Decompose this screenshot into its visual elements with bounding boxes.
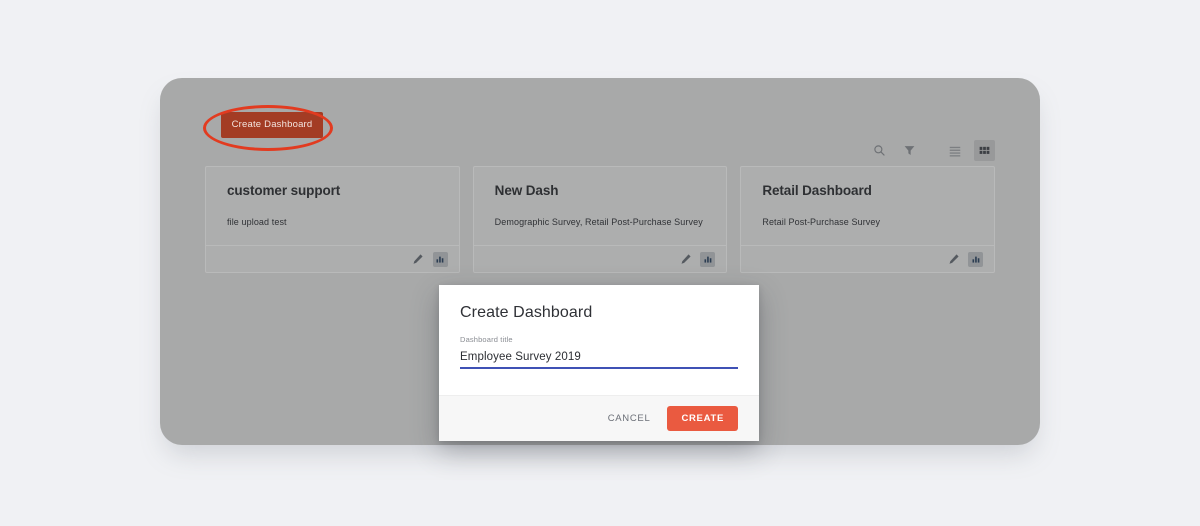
create-dashboard-dialog: Create Dashboard Dashboard title CANCEL … <box>439 285 759 441</box>
view-toolbar <box>869 140 995 161</box>
dashboard-title-label: Dashboard title <box>460 335 513 344</box>
card-footer <box>206 245 459 272</box>
card-body: New Dash Demographic Survey, Retail Post… <box>474 167 727 245</box>
card-subtitle: file upload test <box>227 217 287 227</box>
dashboard-card[interactable]: New Dash Demographic Survey, Retail Post… <box>472 166 728 273</box>
dialog-footer: CANCEL CREATE <box>439 395 759 441</box>
dialog-body: Create Dashboard Dashboard title <box>439 285 759 395</box>
pencil-icon[interactable] <box>411 252 426 267</box>
bar-chart-icon[interactable] <box>700 251 716 267</box>
dashboard-card-list: customer support file upload test New Da… <box>205 166 996 273</box>
create-button[interactable]: CREATE <box>667 406 738 431</box>
bar-chart-icon[interactable] <box>968 251 984 267</box>
list-view-icon[interactable] <box>944 140 965 161</box>
card-footer <box>473 245 727 272</box>
search-icon[interactable] <box>869 140 890 161</box>
grid-view-icon[interactable] <box>974 140 995 161</box>
dashboard-card[interactable]: customer support file upload test <box>205 166 460 273</box>
pencil-icon[interactable] <box>678 252 693 267</box>
card-title: New Dash <box>494 183 559 198</box>
card-body: Retail Dashboard Retail Post-Purchase Su… <box>741 167 994 245</box>
create-dashboard-button[interactable]: Create Dashboard <box>221 112 323 138</box>
filter-icon[interactable] <box>899 140 920 161</box>
card-subtitle: Retail Post-Purchase Survey <box>762 217 881 227</box>
card-body: customer support file upload test <box>206 167 459 245</box>
pencil-icon[interactable] <box>946 252 961 267</box>
cancel-button[interactable]: CANCEL <box>604 407 655 430</box>
bar-chart-icon[interactable] <box>432 251 448 267</box>
dialog-title: Create Dashboard <box>460 304 593 321</box>
card-footer <box>741 245 995 272</box>
card-title: Retail Dashboard <box>762 183 872 198</box>
dashboard-card[interactable]: Retail Dashboard Retail Post-Purchase Su… <box>740 166 996 273</box>
dashboard-title-input[interactable] <box>460 351 738 363</box>
card-title: customer support <box>227 183 341 198</box>
dashboard-title-field[interactable] <box>460 347 738 369</box>
card-subtitle: Demographic Survey, Retail Post-Purchase… <box>494 217 703 227</box>
